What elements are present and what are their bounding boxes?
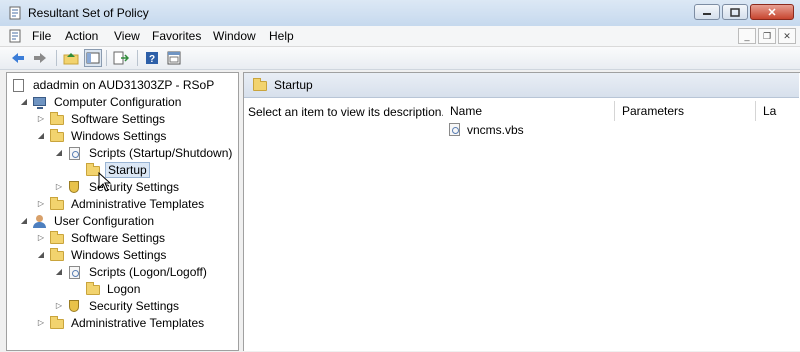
collapse-arrow-icon[interactable]: ◢ [19,216,29,225]
help-button[interactable]: ? [144,50,160,66]
child-restore-button[interactable]: ❐ [758,28,776,44]
menu-view[interactable]: View [114,29,140,43]
computer-icon [33,96,46,109]
tree-scripts-startup-shutdown[interactable]: ◢ Scripts (Startup/Shutdown) [54,144,234,161]
back-arrow-icon [12,53,24,63]
folder-icon [50,111,64,125]
child-close-button[interactable]: ✕ [778,28,796,44]
properties-button[interactable] [166,50,182,66]
details-pane: Startup Select an item to view its descr… [243,72,800,351]
tree-computer-software-settings[interactable]: ▷ Software Settings [36,110,167,127]
folder-icon [50,247,64,261]
mouse-cursor-icon [98,172,112,192]
menu-bar: File Action View Favorites Window Help _… [0,26,800,47]
window-title: Resultant Set of Policy [28,6,149,20]
shield-icon [69,299,79,312]
collapse-arrow-icon[interactable]: ◢ [54,267,64,276]
help-icon: ? [146,52,158,65]
rsop-icon [13,78,24,92]
list-item[interactable]: vncms.vbs [449,123,524,137]
tree-logon[interactable]: Logon [72,280,142,297]
tree-user-configuration[interactable]: ◢ User Configuration [19,212,156,229]
tree-computer-administrative-templates[interactable]: ▷ Administrative Templates [36,195,206,212]
up-one-level-button[interactable] [63,50,79,66]
show-hide-tree-button[interactable] [84,49,102,67]
expand-arrow-icon[interactable]: ▷ [54,301,64,310]
document-icon[interactable] [8,29,22,43]
folder-icon [50,315,64,329]
tree-user-administrative-templates[interactable]: ▷ Administrative Templates [36,314,206,331]
minimize-icon [703,13,711,15]
maximize-button[interactable] [722,4,748,20]
user-icon [33,214,46,228]
folder-icon [86,281,100,295]
properties-icon [167,51,181,65]
expand-arrow-icon[interactable]: ▷ [36,199,46,208]
menu-window[interactable]: Window [213,29,256,43]
close-button[interactable]: ✕ [750,4,794,20]
folder-icon [50,230,64,244]
expand-arrow-icon[interactable]: ▷ [36,233,46,242]
show-hide-tree-icon [86,52,100,64]
expand-arrow-icon[interactable]: ▷ [36,318,46,327]
close-icon: ✕ [767,6,777,19]
column-header-parameters[interactable]: Parameters [615,101,756,121]
description-text: Select an item to view its description. [248,105,445,119]
list-item-name: vncms.vbs [467,123,524,137]
menu-help[interactable]: Help [269,29,294,43]
expand-arrow-icon[interactable]: ▷ [54,182,64,191]
tree-computer-configuration[interactable]: ◢ Computer Configuration [19,93,183,110]
tree-computer-windows-settings[interactable]: ◢ Windows Settings [36,127,168,144]
forward-arrow-icon [34,53,46,63]
collapse-arrow-icon[interactable]: ◢ [54,148,64,157]
console-tree[interactable]: adadmin on AUD31303ZP - RSoP ◢ Computer … [6,72,239,351]
child-minimize-button[interactable]: _ [738,28,756,44]
minimize-button[interactable] [694,4,720,20]
back-button[interactable] [10,50,26,66]
results-list[interactable]: Name Parameters La vncms.vbs [443,97,799,352]
title-bar: Resultant Set of Policy ✕ [0,0,800,27]
collapse-arrow-icon[interactable]: ◢ [19,97,29,106]
app-icon [9,6,21,20]
script-icon [69,265,80,279]
up-folder-icon [63,53,79,65]
tree-scripts-logon-logoff[interactable]: ◢ Scripts (Logon/Logoff) [54,263,209,280]
forward-button[interactable] [32,50,48,66]
folder-icon [253,78,267,91]
toolbar: ? [0,47,800,70]
maximize-icon [730,7,740,17]
column-header-name[interactable]: Name [443,101,615,121]
script-icon [449,123,460,136]
tree-user-windows-settings[interactable]: ◢ Windows Settings [36,246,168,263]
collapse-arrow-icon[interactable]: ◢ [36,250,46,259]
tree-computer-security-settings[interactable]: ▷ Security Settings [54,178,181,195]
folder-icon [50,196,64,210]
menu-action[interactable]: Action [65,29,98,43]
column-header-last[interactable]: La [756,101,799,121]
menu-file[interactable]: File [32,29,51,43]
folder-icon [50,128,64,142]
tree-user-software-settings[interactable]: ▷ Software Settings [36,229,167,246]
collapse-arrow-icon[interactable]: ◢ [36,131,46,140]
menu-favorites[interactable]: Favorites [152,29,201,43]
export-list-icon [113,51,129,65]
expand-arrow-icon[interactable]: ▷ [36,114,46,123]
svg-text:?: ? [149,54,155,65]
shield-icon [69,180,79,193]
tree-root[interactable]: adadmin on AUD31303ZP - RSoP [11,76,216,93]
tree-user-security-settings[interactable]: ▷ Security Settings [54,297,181,314]
details-header-title: Startup [274,78,313,92]
export-list-button[interactable] [113,50,129,66]
details-header: Startup [244,73,799,98]
script-icon [69,146,80,160]
